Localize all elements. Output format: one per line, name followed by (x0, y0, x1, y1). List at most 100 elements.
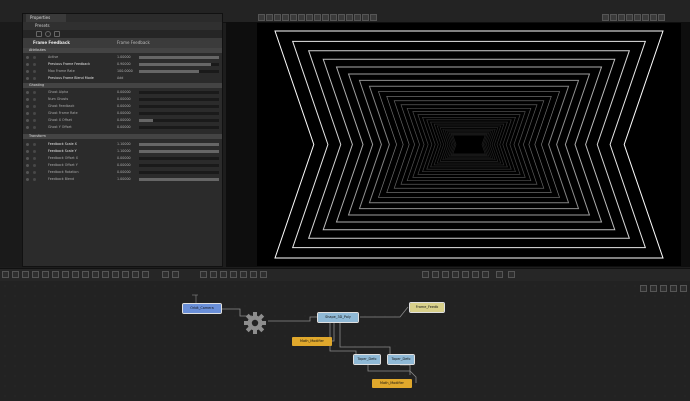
frame-feedback-node[interactable]: Frame_Feedb (409, 302, 445, 313)
property-slider[interactable] (139, 143, 219, 146)
scale-tool-icon[interactable] (282, 14, 289, 21)
property-value[interactable]: 0.00000 (117, 96, 131, 103)
keyframe-icon[interactable] (26, 56, 29, 59)
settings-icon[interactable] (45, 31, 51, 37)
tool-icon[interactable] (172, 271, 179, 278)
keyframe-icon[interactable] (26, 143, 29, 146)
tool-icon[interactable] (162, 271, 169, 278)
property-value[interactable]: 1.00000 (117, 176, 131, 183)
light-icon[interactable] (330, 14, 337, 21)
keyframe-icon[interactable] (26, 105, 29, 108)
timeline-icon[interactable] (508, 271, 515, 278)
tool-icon[interactable] (200, 271, 207, 278)
step-back-icon[interactable] (432, 271, 439, 278)
snapshot-icon[interactable] (634, 14, 641, 21)
gear-icon[interactable] (242, 310, 268, 336)
tool-icon[interactable] (102, 271, 109, 278)
axis-icon[interactable] (362, 14, 369, 21)
property-slider[interactable] (139, 171, 219, 174)
property-slider[interactable] (139, 126, 219, 129)
property-value[interactable]: 0.00000 (117, 110, 131, 117)
tool-icon[interactable] (142, 271, 149, 278)
property-value[interactable]: 0.00000 (117, 124, 131, 131)
property-value[interactable]: 0.00000 (117, 155, 131, 162)
keyframe-icon[interactable] (26, 178, 29, 181)
property-row[interactable]: Ghost Frame Rate 0.00000 (23, 110, 222, 117)
link-icon[interactable] (33, 171, 36, 174)
tool-icon[interactable] (240, 271, 247, 278)
tool-icon[interactable] (220, 271, 227, 278)
section-ghosting[interactable]: Ghosting (23, 83, 222, 88)
link-icon[interactable] (33, 98, 36, 101)
wireframe-icon[interactable] (346, 14, 353, 21)
camera-tool-icon[interactable] (290, 14, 297, 21)
property-row[interactable]: Feedback Offset X 0.00000 (23, 155, 222, 162)
render-icon[interactable] (338, 14, 345, 21)
tool-icon[interactable] (72, 271, 79, 278)
property-slider[interactable] (139, 150, 219, 153)
tool-icon[interactable] (22, 271, 29, 278)
node-graph-canvas[interactable]: Orbit_Camera Shape_3D_Poly Math_Modifier… (0, 281, 690, 401)
property-slider[interactable] (139, 70, 219, 73)
property-value[interactable]: 1.10000 (117, 141, 131, 148)
render-viewport[interactable] (257, 23, 681, 266)
shape-3d-poly-node[interactable]: Shape_3D_Poly (317, 312, 359, 323)
link-icon[interactable] (33, 119, 36, 122)
fit-icon[interactable] (670, 285, 677, 292)
property-slider[interactable] (139, 164, 219, 167)
tool-icon[interactable] (260, 271, 267, 278)
link-icon[interactable] (33, 143, 36, 146)
link-icon[interactable] (33, 112, 36, 115)
property-row[interactable]: Feedback Scale X 1.10000 (23, 141, 222, 148)
tool-icon[interactable] (250, 271, 257, 278)
tool-icon[interactable] (52, 271, 59, 278)
frame-all-icon[interactable] (660, 285, 667, 292)
snap-icon[interactable] (322, 14, 329, 21)
link-icon[interactable] (33, 157, 36, 160)
keyframe-icon[interactable] (26, 91, 29, 94)
record-icon[interactable] (496, 271, 503, 278)
property-row[interactable]: Max Frame Rate 100.0000 (23, 68, 222, 75)
keyframe-icon[interactable] (26, 70, 29, 73)
tool-icon[interactable] (32, 271, 39, 278)
layout-icon[interactable] (610, 14, 617, 21)
keyframe-icon[interactable] (26, 77, 29, 80)
section-transform[interactable]: Transform (23, 134, 222, 139)
rotate-tool-icon[interactable] (274, 14, 281, 21)
fullscreen-icon[interactable] (626, 14, 633, 21)
property-slider[interactable] (139, 105, 219, 108)
link-icon[interactable] (33, 63, 36, 66)
tool-icon[interactable] (132, 271, 139, 278)
property-value[interactable]: 1.00000 (117, 54, 131, 61)
tool-icon[interactable] (230, 271, 237, 278)
property-row[interactable]: Feedback Scale Y 1.10000 (23, 148, 222, 155)
keyframe-icon[interactable] (26, 164, 29, 167)
property-row[interactable]: Ghost Feedback 0.00000 (23, 103, 222, 110)
keyframe-icon[interactable] (26, 126, 29, 129)
loop-icon[interactable] (482, 271, 489, 278)
add-node-icon[interactable] (2, 271, 9, 278)
output-icon[interactable] (658, 14, 665, 21)
property-value[interactable]: 0.00000 (117, 169, 131, 176)
tool-icon[interactable] (42, 271, 49, 278)
skip-end-icon[interactable] (472, 271, 479, 278)
bounds-icon[interactable] (354, 14, 361, 21)
property-value[interactable]: 0.00000 (117, 103, 131, 110)
property-slider[interactable] (139, 98, 219, 101)
keyframe-icon[interactable] (26, 98, 29, 101)
property-row[interactable]: Previous Frame Feedback 0.90000 (23, 61, 222, 68)
link-icon[interactable] (33, 70, 36, 73)
keyframe-icon[interactable] (26, 171, 29, 174)
play-reverse-icon[interactable] (442, 271, 449, 278)
tool-icon[interactable] (92, 271, 99, 278)
keyframe-icon[interactable] (26, 119, 29, 122)
step-forward-icon[interactable] (462, 271, 469, 278)
view-mode-icon[interactable] (602, 14, 609, 21)
play-icon[interactable] (452, 271, 459, 278)
filter-icon[interactable] (36, 31, 42, 37)
keyframe-icon[interactable] (26, 112, 29, 115)
math-modifier-node[interactable]: Math_Modifier (372, 379, 412, 388)
property-row[interactable]: Feedback Blend 1.00000 (23, 176, 222, 183)
property-value[interactable]: 0.00000 (117, 162, 131, 169)
property-value[interactable]: 0.00000 (117, 89, 131, 96)
